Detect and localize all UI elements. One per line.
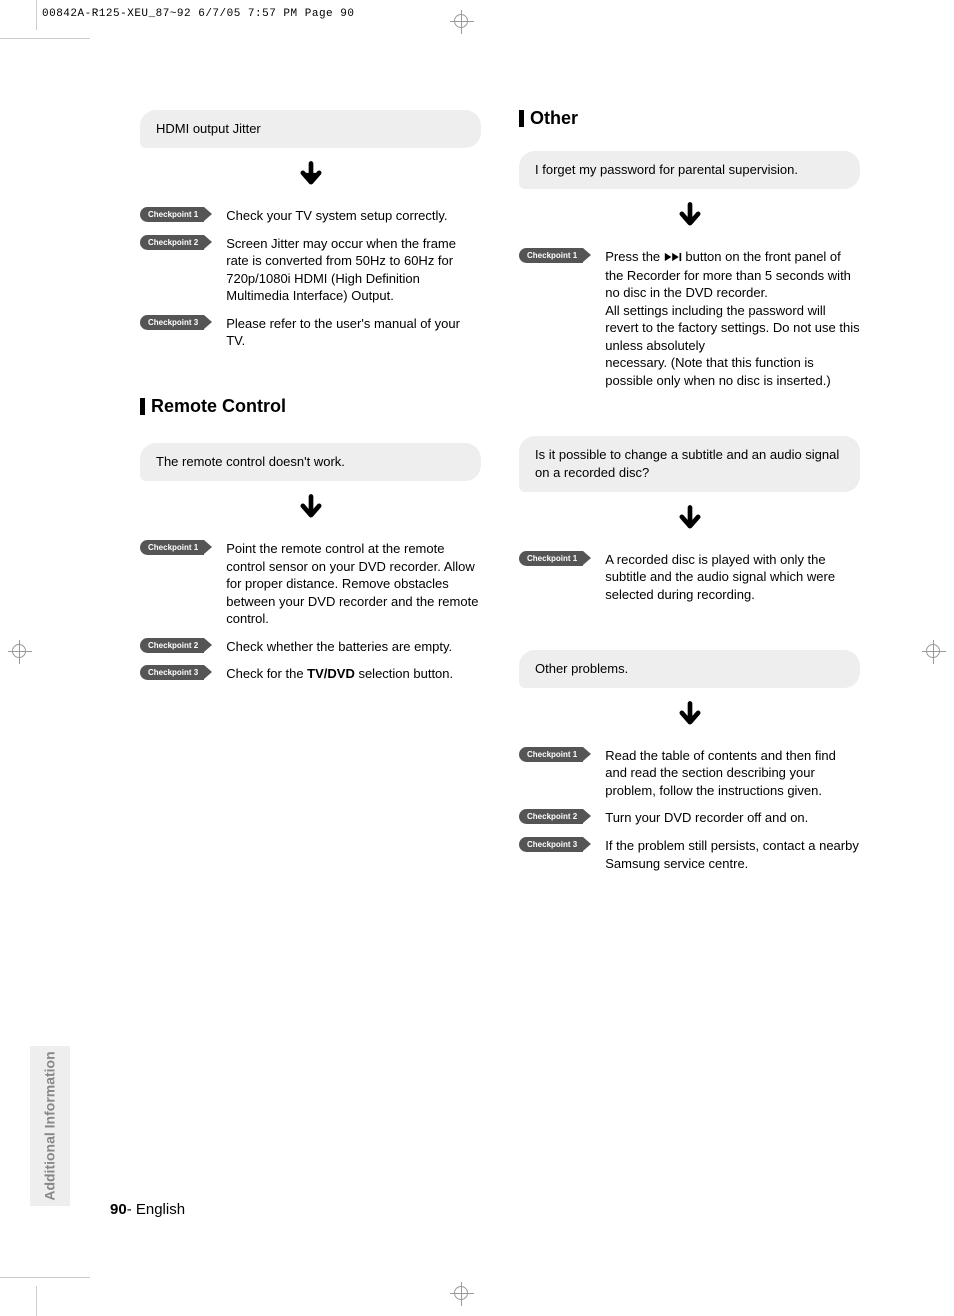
remote-block: The remote control doesn't work. Checkpo… bbox=[140, 443, 481, 683]
checkpoint-row: Checkpoint 1 A recorded disc is played w… bbox=[519, 551, 860, 604]
page-number: 90 bbox=[110, 1201, 127, 1218]
arrow-down-icon bbox=[519, 504, 860, 537]
checkpoint-badge: Checkpoint 3 bbox=[140, 315, 204, 330]
checkpoint-row: Checkpoint 2 Screen Jitter may occur whe… bbox=[140, 235, 481, 305]
checkpoint-row: Checkpoint 2 Check whether the batteries… bbox=[140, 638, 481, 656]
checkpoint-badge: Checkpoint 2 bbox=[140, 235, 204, 250]
checkpoint-text: Check your TV system setup correctly. bbox=[226, 207, 447, 225]
checkpoint-text: Screen Jitter may occur when the frame r… bbox=[226, 235, 481, 305]
page-lang: English bbox=[136, 1201, 185, 1218]
checkpoint-text: A recorded disc is played with only the … bbox=[605, 551, 860, 604]
subtitle-block: Is it possible to change a subtitle and … bbox=[519, 436, 860, 604]
checkpoint-row: Checkpoint 2 Turn your DVD recorder off … bbox=[519, 809, 860, 827]
crop-mark bbox=[0, 38, 90, 39]
arrow-down-icon bbox=[140, 493, 481, 526]
section-title-remote: Remote Control bbox=[140, 396, 481, 417]
checkpoint-badge: Checkpoint 2 bbox=[140, 638, 204, 653]
page-footer: 90- English bbox=[110, 1201, 185, 1218]
issue-bubble-subtitle: Is it possible to change a subtitle and … bbox=[519, 436, 860, 492]
arrow-down-icon bbox=[519, 201, 860, 234]
checkpoint-row: Checkpoint 1 Point the remote control at… bbox=[140, 540, 481, 628]
crop-mark bbox=[36, 0, 37, 30]
checkpoint-row: Checkpoint 3 Check for the TV/DVD select… bbox=[140, 665, 481, 683]
other-problems-block: Other problems. Checkpoint 1 Read the ta… bbox=[519, 650, 860, 872]
side-tab: Additional Information bbox=[30, 1046, 70, 1206]
checkpoint-badge: Checkpoint 1 bbox=[140, 540, 204, 555]
registration-mark-left bbox=[8, 640, 32, 664]
side-tab-label: Additional Information bbox=[42, 1051, 58, 1200]
checkpoint-badge: Checkpoint 1 bbox=[140, 207, 204, 222]
left-column: HDMI output Jitter Checkpoint 1 Check yo… bbox=[140, 110, 481, 882]
title-bar-icon bbox=[140, 398, 145, 415]
checkpoint-text: Read the table of contents and then find… bbox=[605, 747, 860, 800]
registration-mark-top bbox=[450, 10, 474, 34]
checkpoint-row: Checkpoint 3 Please refer to the user's … bbox=[140, 315, 481, 350]
print-slug: 00842A-R125-XEU_87~92 6/7/05 7:57 PM Pag… bbox=[42, 8, 354, 20]
registration-mark-bottom bbox=[450, 1282, 474, 1306]
checkpoint-badge: Checkpoint 2 bbox=[519, 809, 583, 824]
section-title-text: Remote Control bbox=[151, 396, 286, 417]
checkpoint-row: Checkpoint 1 Press the button on the fro… bbox=[519, 248, 860, 389]
section-title-text: Other bbox=[530, 108, 578, 129]
registration-mark-right bbox=[922, 640, 946, 664]
password-block: I forget my password for parental superv… bbox=[519, 151, 860, 390]
title-bar-icon bbox=[519, 110, 524, 127]
checkpoint-row: Checkpoint 1 Check your TV system setup … bbox=[140, 207, 481, 225]
crop-mark bbox=[0, 1277, 90, 1278]
checkpoint-row: Checkpoint 1 Read the table of contents … bbox=[519, 747, 860, 800]
checkpoint-badge: Checkpoint 1 bbox=[519, 248, 583, 263]
checkpoint-row: Checkpoint 3 If the problem still persis… bbox=[519, 837, 860, 872]
issue-bubble-hdmi: HDMI output Jitter bbox=[140, 110, 481, 148]
checkpoint-text: Check for the TV/DVD selection button. bbox=[226, 665, 453, 683]
checkpoint-badge: Checkpoint 3 bbox=[519, 837, 583, 852]
checkpoint-text: Press the button on the front panel of t… bbox=[605, 248, 860, 389]
hdmi-block: HDMI output Jitter Checkpoint 1 Check yo… bbox=[140, 110, 481, 350]
checkpoint-badge: Checkpoint 1 bbox=[519, 747, 583, 762]
checkpoint-badge: Checkpoint 1 bbox=[519, 551, 583, 566]
checkpoint-text: Turn your DVD recorder off and on. bbox=[605, 809, 808, 827]
issue-bubble-remote: The remote control doesn't work. bbox=[140, 443, 481, 481]
issue-bubble-other: Other problems. bbox=[519, 650, 860, 688]
right-column: Other I forget my password for parental … bbox=[519, 110, 860, 882]
checkpoint-text: Point the remote control at the remote c… bbox=[226, 540, 481, 628]
arrow-down-icon bbox=[519, 700, 860, 733]
checkpoint-text: If the problem still persists, contact a… bbox=[605, 837, 860, 872]
checkpoint-text: Please refer to the user's manual of you… bbox=[226, 315, 481, 350]
checkpoint-badge: Checkpoint 3 bbox=[140, 665, 204, 680]
page-lang-sep: - bbox=[127, 1201, 136, 1218]
skip-forward-icon bbox=[664, 249, 682, 267]
arrow-down-icon bbox=[140, 160, 481, 193]
crop-mark bbox=[36, 1286, 37, 1316]
section-title-other: Other bbox=[519, 108, 860, 129]
checkpoint-text: Check whether the batteries are empty. bbox=[226, 638, 452, 656]
issue-bubble-password: I forget my password for parental superv… bbox=[519, 151, 860, 189]
